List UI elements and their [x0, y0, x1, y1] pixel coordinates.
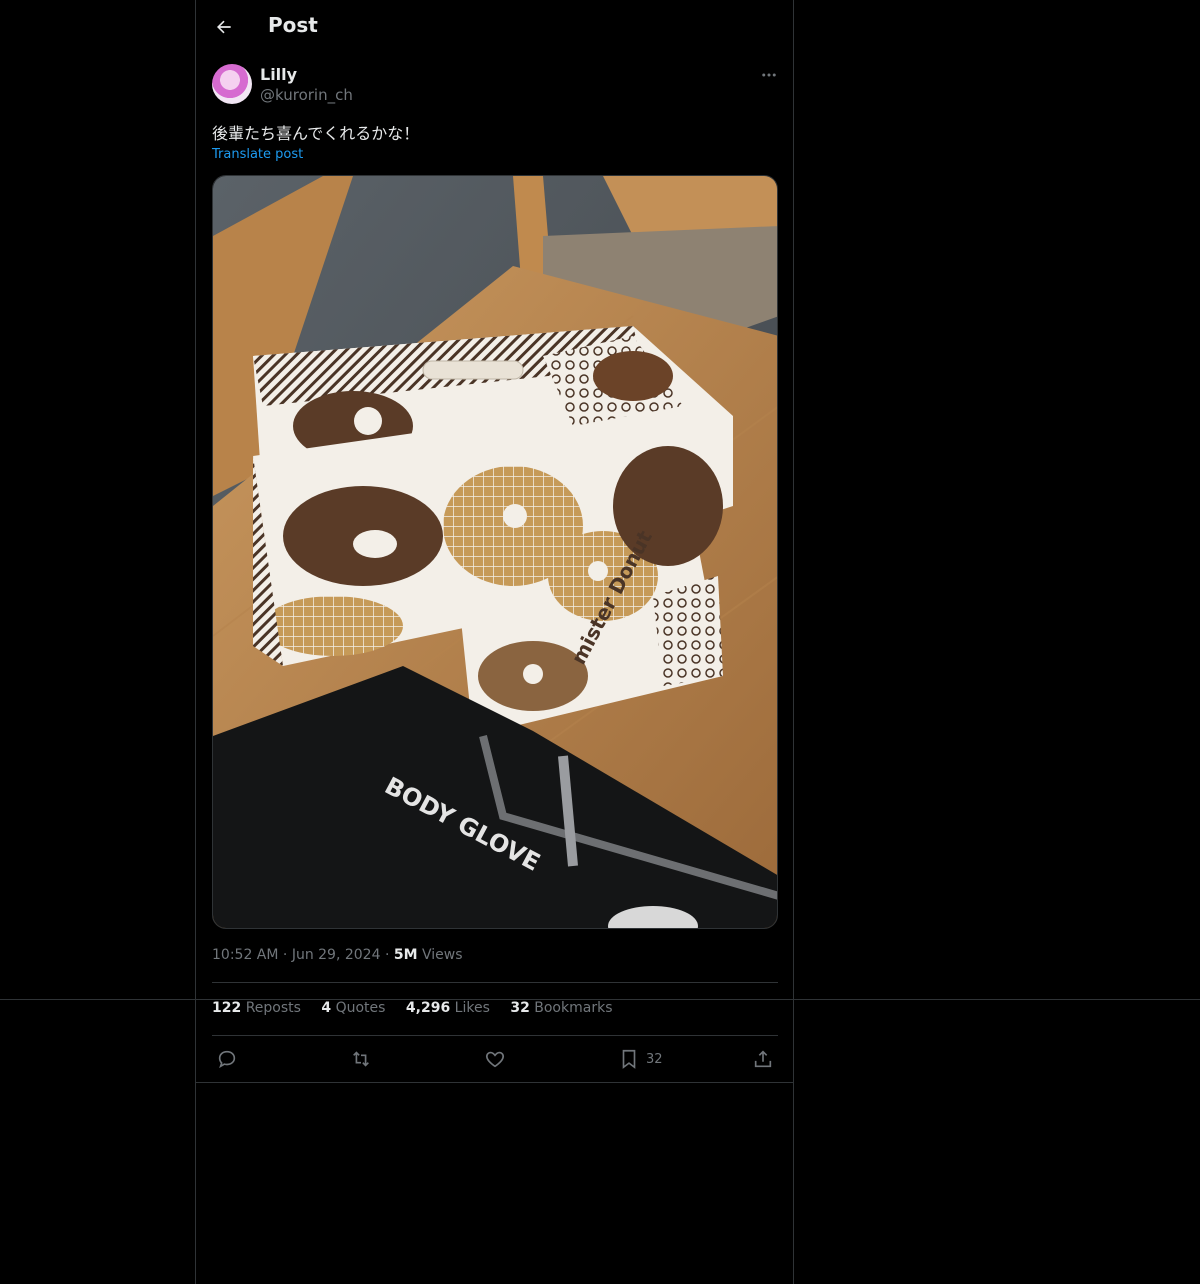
more-dots-icon [762, 73, 776, 77]
like-button[interactable] [484, 1046, 506, 1072]
more-options-button[interactable] [756, 62, 782, 88]
post-stats: 122 Reposts 4 Quotes 4,296 Likes 32 Book… [212, 1000, 628, 1016]
divider [212, 1035, 778, 1036]
post-time: 10:52 AM [212, 947, 279, 963]
author-handle[interactable]: @kurorin_ch [260, 86, 353, 104]
share-button[interactable] [752, 1046, 774, 1072]
share-icon [754, 1050, 772, 1068]
post-text: 後輩たち喜んでくれるかな！ [212, 124, 420, 143]
repost-button[interactable] [350, 1046, 372, 1072]
views-label: Views [421, 947, 463, 963]
bookmarks-stat[interactable]: 32 Bookmarks [510, 1000, 612, 1016]
reposts-stat[interactable]: 122 Reposts [212, 1000, 301, 1016]
bookmark-button[interactable]: 32 [618, 1046, 663, 1072]
divider [196, 1082, 794, 1083]
divider [212, 982, 778, 983]
post-header: Post [196, 0, 794, 54]
translate-post-link[interactable]: Translate post [212, 147, 303, 162]
author-name[interactable]: Lilly [260, 65, 297, 84]
donut-boxes-photo: mister Donut BODY GLOVE [213, 176, 777, 928]
heart-icon [486, 1051, 504, 1068]
horizontal-rule [0, 999, 1200, 1000]
post-image[interactable]: mister Donut BODY GLOVE [212, 175, 778, 929]
back-button[interactable] [210, 13, 238, 41]
post-date: Jun 29, 2024 [291, 947, 381, 963]
arrow-left-icon [217, 20, 231, 34]
views-count: 5M [393, 947, 418, 963]
quotes-stat[interactable]: 4 Quotes [321, 1000, 385, 1016]
post-meta: 10:52 AM · Jun 29, 2024 · 5M Views [212, 947, 463, 963]
post-column: Post Lilly @kurorin_ch 後輩たち喜んでくれるかな！ Tra… [195, 0, 794, 1284]
repost-icon [353, 1051, 369, 1067]
reply-icon [218, 1050, 236, 1069]
reply-button[interactable] [216, 1046, 238, 1072]
page-title: Post [268, 13, 318, 37]
likes-stat[interactable]: 4,296 Likes [406, 1000, 490, 1016]
bookmark-count: 32 [646, 1051, 663, 1067]
bookmark-icon [622, 1049, 636, 1069]
avatar[interactable] [212, 64, 252, 104]
